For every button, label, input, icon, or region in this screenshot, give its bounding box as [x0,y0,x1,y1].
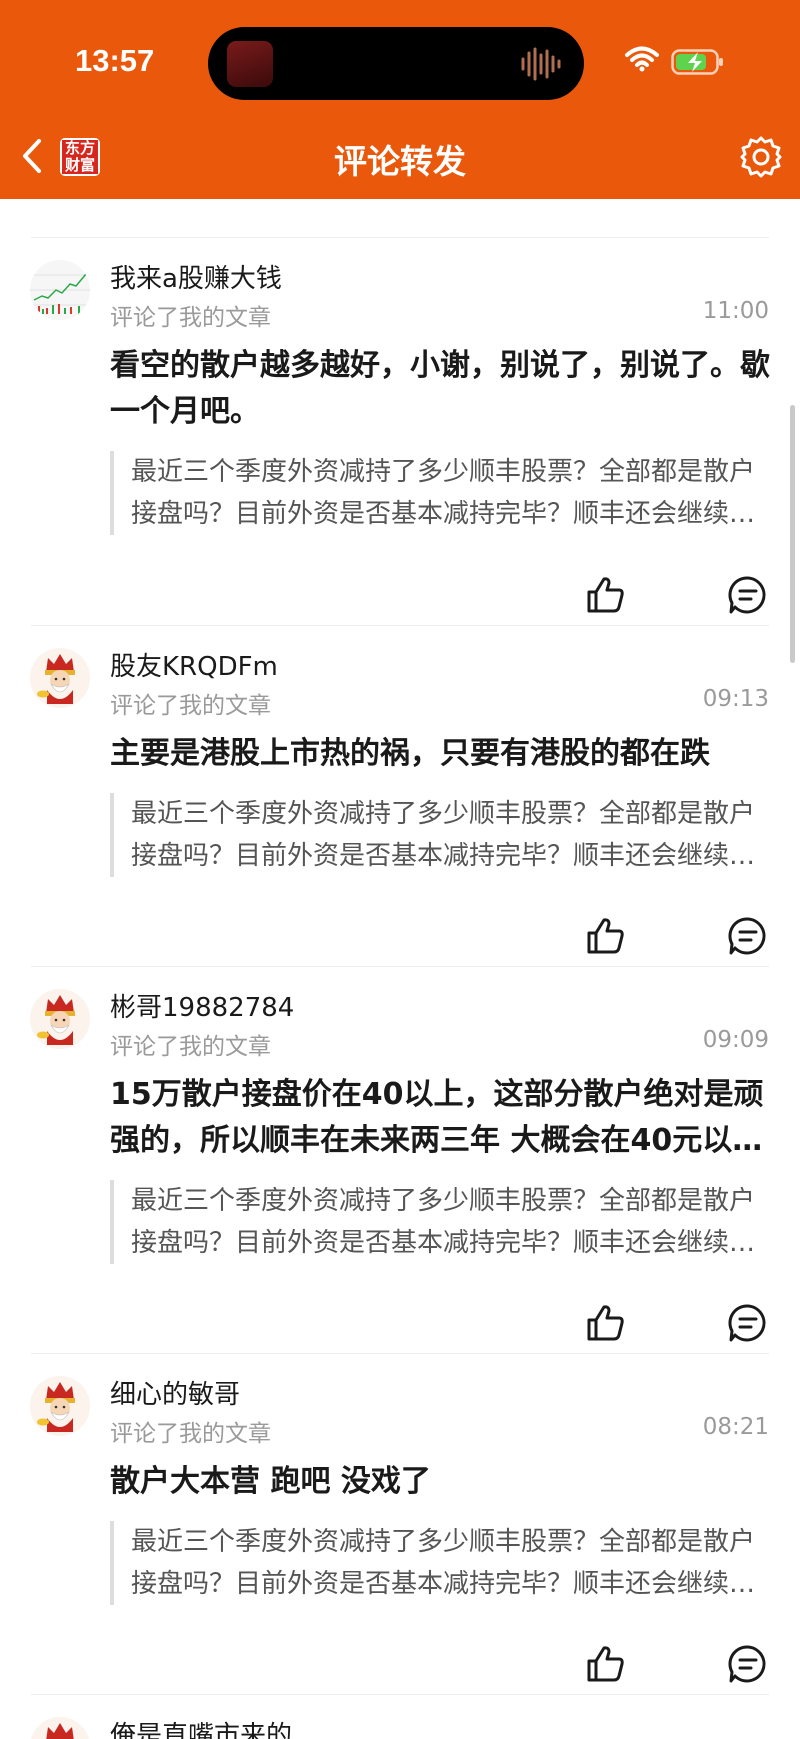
quoted-article[interactable]: 最近三个季度外资减持了多少顺丰股票？全部都是散户接盘吗？目前外资是否基本减持完毕… [110,1521,770,1605]
like-icon[interactable] [585,180,627,199]
avatar[interactable] [30,1717,90,1739]
username[interactable]: 我来a股赚大钱 [110,258,282,295]
wifi-icon [625,46,659,72]
reply-icon[interactable] [727,180,769,199]
quoted-article[interactable]: 最近三个季度外资减持了多少顺丰股票？全部都是散户接盘吗？目前外资是否基本减持完毕… [110,451,770,535]
quoted-article[interactable]: 最近三个季度外资减持了多少顺丰股票？全部都是散户接盘吗？目前外资是否基本减持完毕… [110,1180,770,1264]
like-icon[interactable] [585,915,627,957]
timestamp: 11:00 [702,298,769,324]
username[interactable]: 股友KRQDFm [110,646,278,683]
reply-icon[interactable] [727,915,769,957]
comment-text[interactable]: 主要是港股上市热的祸，只要有港股的都在跌 [110,731,770,777]
now-playing-app-icon [227,41,273,87]
fortune-god-avatar-icon [30,1376,90,1436]
timestamp: 09:13 [702,686,769,712]
action-text: 评论了我的文章 [110,1034,271,1060]
username[interactable]: 俺是直嘴市来的 [110,1715,292,1739]
avatar[interactable] [30,1376,90,1436]
page-title: 评论转发 [334,142,466,181]
like-icon[interactable] [585,1302,627,1344]
avatar[interactable] [30,648,90,708]
quoted-article[interactable]: 最近三个季度外资减持了多少顺丰股票？全部都是散户接盘吗？目前外资是否基本减持完毕… [110,793,770,877]
timestamp: 08:21 [702,1414,769,1440]
battery-charging-icon [671,49,723,75]
comment-text[interactable]: 看空的散户越多越好，小谢，别说了，别说了。歇一个月吧。 [110,343,770,435]
divider [31,966,769,967]
reply-icon[interactable] [727,574,769,616]
status-time: 13:57 [75,43,155,78]
comment-text[interactable]: 散户大本营 跑吧 没戏了 [110,1459,770,1505]
avatar[interactable] [30,260,90,320]
avatar[interactable] [30,989,90,1049]
comment-text[interactable]: 15万散户接盘价在40以上，这部分散户绝对是顽强的，所以顺丰在未来两三年 大概会… [110,1072,770,1164]
fortune-god-avatar-icon [30,1717,90,1739]
action-text: 评论了我的文章 [110,1421,271,1447]
like-icon[interactable] [585,1643,627,1685]
comment-item[interactable]: 俺是直嘴市来的 [0,1695,800,1739]
fortune-god-avatar-icon [30,648,90,708]
settings-gear-icon[interactable] [739,135,783,179]
stock-chart-avatar-icon [30,260,90,320]
fortune-god-avatar-icon [30,989,90,1049]
audio-wave-icon [521,47,561,81]
action-text: 评论了我的文章 [110,693,271,719]
scrollbar[interactable] [790,405,795,663]
username[interactable]: 彬哥19882784 [110,987,294,1024]
username[interactable]: 细心的敏哥 [110,1374,240,1411]
divider [31,625,769,626]
timestamp: 09:09 [702,1027,769,1053]
divider [31,1353,769,1354]
app-header: 13:57 东方财富 评论转发 [0,0,800,199]
divider [31,237,769,238]
dynamic-island [208,27,584,100]
like-icon[interactable] [585,574,627,616]
reply-icon[interactable] [727,1302,769,1344]
action-text: 评论了我的文章 [110,305,271,331]
reply-icon[interactable] [727,1643,769,1685]
